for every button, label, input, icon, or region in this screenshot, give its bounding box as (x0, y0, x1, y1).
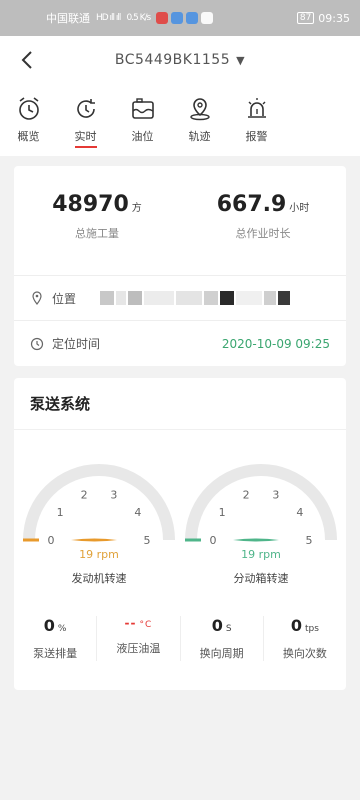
metric-unit: °C (139, 620, 153, 630)
engine-gauge-label: 发动机转速 (71, 572, 127, 585)
reversing-count: 0 tps 换向次数 (264, 616, 346, 661)
location-icon (32, 291, 42, 305)
app-notification-icon (201, 12, 214, 24)
metric-label: 泵送排量 (33, 647, 78, 660)
total-work-stat: 48970 方 总施工量 (14, 166, 180, 275)
reversing-period: 0S 换向周期 (181, 616, 264, 661)
metric-unit: tps (304, 624, 319, 634)
gauge-tick-label: 1 (219, 506, 226, 519)
alarm-clock-icon (18, 97, 39, 120)
tab-label: 油位 (131, 130, 154, 143)
total-hours-stat: 667.9 小时 总作业时长 (180, 166, 346, 275)
tab-overview[interactable]: 概览 (0, 84, 57, 156)
metric-unit: S (225, 624, 232, 634)
metric-value: 0 (211, 616, 223, 635)
tab-label: 报警 (245, 130, 268, 143)
locate-time-value: 2020-10-09 09:25 (221, 336, 330, 351)
transfer-gauge-dial: 0 1 2 3 4 5 (185, 464, 337, 547)
transfer-rpm-text: 19 rpm (241, 548, 281, 561)
tab-fuel[interactable]: 油位 (114, 84, 171, 156)
tab-bar: 概览 实时 油位 轨迹 报警 (0, 84, 360, 156)
tab-realtime[interactable]: 实时 (57, 84, 114, 156)
clock: 09:35 (318, 11, 350, 25)
gauge-tick-label: 3 (110, 488, 117, 501)
network-speed: 0.5 K/s (126, 13, 151, 23)
dropdown-caret-icon: ▼ (236, 54, 246, 67)
gauge-tick-label: 4 (296, 506, 303, 519)
app-notification-icon (156, 12, 169, 24)
notification-icons (156, 12, 214, 24)
refresh-clock-icon (76, 99, 95, 118)
carrier-name: 中国联通 (46, 12, 90, 25)
transfer-gauge-label: 分动箱转速 (233, 572, 289, 585)
engine-gauge-dial: 0 1 2 3 4 5 (23, 464, 175, 547)
tab-alarm[interactable]: 报警 (228, 84, 285, 156)
total-hours-label: 总作业时长 (235, 227, 291, 240)
gauge-tick-label: 0 (48, 534, 55, 547)
gauge-track (185, 464, 337, 541)
pump-system-title: 泵送系统 (14, 378, 346, 430)
app-notification-icon (186, 12, 199, 24)
overview-card: 48970 方 总施工量 667.9 小时 总作业时长 位置 定位时间 2020… (14, 166, 346, 366)
device-id: BC5449BK1155 (114, 52, 231, 68)
locate-time-row: 定位时间 2020-10-09 09:25 (14, 321, 346, 366)
metric-label: 换向次数 (282, 647, 327, 660)
location-label: 位置 (52, 291, 77, 306)
tab-label: 概览 (17, 130, 40, 143)
gauge-tick-label: 2 (243, 488, 250, 501)
navbar: BC5449BK1155 ▼ (0, 36, 360, 84)
location-value-redacted (100, 291, 291, 305)
gauge-tick-label: 5 (144, 534, 151, 547)
battery-icon: 87 (296, 12, 315, 24)
pump-system-card: 泵送系统 0 1 2 3 4 5 19 rpm 发动机转速 0 1 2 3 4 5 19 rpm 分… (14, 378, 346, 690)
location-pin-icon (189, 98, 210, 121)
total-work-value: 48970 (52, 192, 129, 217)
hydraulic-oil-temp: -- °C 液压油温 (97, 616, 181, 661)
total-hours-unit: 小时 (289, 203, 310, 214)
status-bar: 中国联通 HD ıll ıll 0.5 K/s 87 09:35 (0, 0, 360, 36)
app-notification-icon (171, 12, 184, 24)
metric-value: 0 (43, 616, 55, 635)
signal-indicator: HD ıll ıll (96, 13, 121, 23)
metric-label: 换向周期 (199, 647, 244, 660)
total-work-label: 总施工量 (75, 227, 119, 240)
location-row[interactable]: 位置 (14, 276, 346, 321)
alarm-light-icon (247, 98, 266, 118)
metric-value: 0 (290, 616, 302, 635)
engine-rpm-text: 19 rpm (79, 548, 119, 561)
total-work-unit: 方 (131, 203, 142, 214)
device-selector[interactable]: BC5449BK1155 ▼ (115, 52, 245, 68)
gauge-tick-label: 3 (272, 488, 279, 501)
gauge-tick-label: 4 (134, 506, 141, 519)
transfer-case-gauge: 0 1 2 3 4 5 19 rpm 分动箱转速 (176, 430, 346, 590)
tab-label: 实时 (74, 128, 97, 148)
total-hours-value: 667.9 (216, 192, 287, 217)
clock-icon (30, 337, 44, 350)
tab-label: 轨迹 (188, 130, 211, 143)
locate-time-label: 定位时间 (52, 337, 101, 351)
pump-metrics: 0% 泵送排量 -- °C 液压油温 0S 换向周期 0 tps 换向次数 (14, 616, 346, 661)
gauge-tick-label: 1 (57, 506, 64, 519)
gauge-needle (233, 538, 279, 542)
fuel-tank-icon (131, 98, 154, 119)
metric-label: 液压油温 (116, 642, 161, 655)
gauge-tick-label: 2 (81, 488, 88, 501)
tab-track[interactable]: 轨迹 (171, 84, 228, 156)
gauge-needle (71, 538, 117, 542)
gauge-tick-label: 0 (210, 534, 217, 547)
metric-unit: % (57, 624, 67, 634)
gauge-track (23, 464, 175, 541)
metric-value: -- (124, 616, 137, 630)
gauge-tick-label: 5 (306, 534, 313, 547)
engine-speed-gauge: 0 1 2 3 4 5 19 rpm 发动机转速 (14, 430, 184, 590)
back-arrow-icon[interactable] (18, 48, 38, 72)
pump-displacement: 0% 泵送排量 (14, 616, 98, 661)
